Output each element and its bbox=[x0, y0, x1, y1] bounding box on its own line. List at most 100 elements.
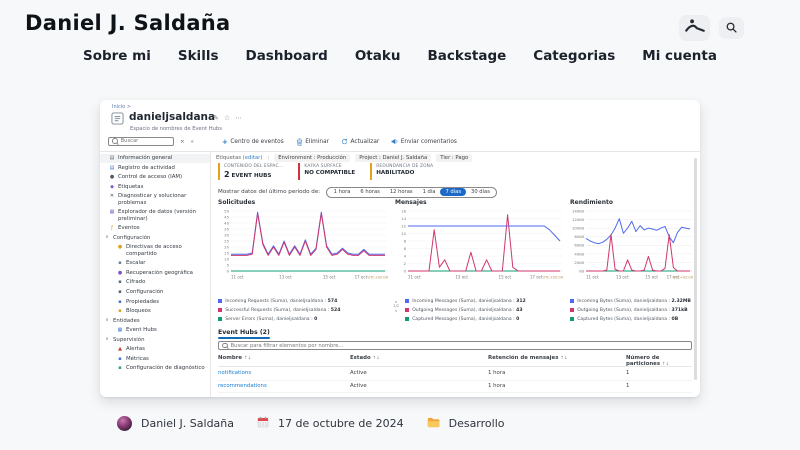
toolbar-enviar-comentarios[interactable]: Enviar comentarios bbox=[391, 138, 457, 145]
sidebar-item-cifrado[interactable]: ▪Cifrado bbox=[100, 278, 210, 288]
nav-item-mi-cuenta[interactable]: Mi cuenta bbox=[642, 48, 717, 64]
sidebar-item-label: Etiquetas bbox=[118, 184, 143, 190]
sidebar-item-diagnosticar-y-solucionar-problemas[interactable]: ✕Diagnosticar y solucionar problemas bbox=[100, 192, 210, 208]
sidebar-item-propiedades[interactable]: ▪Propiedades bbox=[100, 297, 210, 307]
collapse-icon[interactable]: « bbox=[191, 139, 194, 145]
chart-rendimiento: Rendimiento140kB120kB100kB80kB60kB40kB20… bbox=[568, 199, 695, 327]
svg-text:120kB: 120kB bbox=[572, 216, 584, 221]
informacio-n-general-icon: ▤ bbox=[109, 155, 115, 161]
ellipsis-icon[interactable]: ⋯ bbox=[235, 114, 242, 122]
nav-item-categorias[interactable]: Categorias bbox=[533, 48, 615, 64]
svg-text:100kB: 100kB bbox=[572, 225, 584, 230]
sidebar-item-etiquetas[interactable]: ◆Etiquetas bbox=[100, 182, 210, 192]
column-header-nombre[interactable]: Nombre ↑↓ bbox=[218, 355, 251, 361]
nav-item-dashboard[interactable]: Dashboard bbox=[245, 48, 327, 64]
sidebar-item-label: Directivas de acceso compartido bbox=[126, 244, 207, 257]
skier-logo-button[interactable] bbox=[679, 15, 710, 41]
sidebar-item-configuracio-n-de-diagno-stico[interactable]: ▪Configuración de diagnóstico bbox=[100, 364, 210, 374]
sidebar-item-control-de-acceso-iam[interactable]: ●Control de acceso (IAM) bbox=[100, 173, 210, 183]
tab-event-hubs[interactable]: Event Hubs (2) bbox=[218, 329, 270, 339]
legend-item: Outgoing Messages (Suma), danieljsaldana… bbox=[405, 308, 565, 313]
sidebar-item-registro-de-actividad[interactable]: ▤Registro de actividad bbox=[100, 163, 210, 173]
sidebar-item-configuracio-n[interactable]: ▪Configuración bbox=[100, 287, 210, 297]
svg-text:15 oct: 15 oct bbox=[323, 274, 336, 279]
post-author[interactable]: Daniel J. Saldaña bbox=[141, 417, 234, 430]
me-tricas-icon: ▪ bbox=[117, 356, 123, 362]
control-de-acceso-iam-icon: ● bbox=[109, 174, 115, 180]
post-meta: Daniel J. Saldaña 17 de octubre de 2024 bbox=[117, 416, 505, 431]
toolbar-actualizar[interactable]: Actualizar bbox=[341, 138, 379, 145]
svg-text:35: 35 bbox=[224, 226, 229, 231]
sidebar-item-eventos[interactable]: ƒEventos bbox=[100, 224, 210, 234]
sidebar-item-bloqueos[interactable]: ▪Bloqueos bbox=[100, 307, 210, 317]
nav-item-sobre-mi[interactable]: Sobre mi bbox=[83, 48, 151, 64]
period-option-1-hora[interactable]: 1 hora bbox=[329, 188, 356, 196]
svg-text:UTC+02:00: UTC+02:00 bbox=[368, 275, 389, 279]
calendar-icon bbox=[257, 416, 269, 431]
search-icon bbox=[725, 19, 738, 38]
column-header-estado[interactable]: Estado ↑↓ bbox=[350, 355, 380, 361]
sidebar-item-escalar[interactable]: ▪Escalar bbox=[100, 259, 210, 269]
table-header: Nombre ↑↓ Estado ↑↓ Retención de mensajes … bbox=[218, 355, 692, 367]
period-option-1-di-a[interactable]: 1 día bbox=[418, 188, 441, 196]
sidebar-item-supervisio-n[interactable]: ∨Supervisión bbox=[100, 335, 210, 345]
breadcrumb[interactable]: Inicio > bbox=[112, 104, 131, 110]
table-filter-input[interactable]: Buscar para filtrar elementos por nombre… bbox=[218, 341, 692, 350]
series-outgoing-messages bbox=[408, 214, 560, 270]
svg-text:0: 0 bbox=[404, 268, 407, 273]
svg-text:15: 15 bbox=[224, 250, 229, 255]
svg-text:16: 16 bbox=[401, 208, 406, 213]
period-option-30-di-as[interactable]: 30 días bbox=[466, 188, 495, 196]
toolbar-eliminar[interactable]: Eliminar bbox=[296, 138, 329, 146]
legend-text: Outgoing Bytes (Suma), danieljsaldana : … bbox=[577, 308, 687, 313]
toolbar-centro-de-eventos[interactable]: +Centro de eventos bbox=[222, 138, 284, 146]
sidebar-item-configuracio-n[interactable]: ∨Configuración bbox=[100, 233, 210, 243]
post-category[interactable]: Desarrollo bbox=[449, 417, 505, 430]
clear-icon[interactable]: × bbox=[180, 139, 185, 145]
legend-pager[interactable]: ∧1/2∨ bbox=[393, 300, 399, 315]
sidebar-item-entidades[interactable]: ∨Entidades bbox=[100, 316, 210, 326]
sidebar-item-informacio-n-general[interactable]: ▤Información general bbox=[100, 154, 210, 164]
nav-item-backstage[interactable]: Backstage bbox=[427, 48, 506, 64]
eventhub-link-notifications[interactable]: notifications bbox=[218, 370, 251, 376]
column-header-nu-mero-de-particiones[interactable]: Número de particiones ↑↓ bbox=[626, 355, 692, 367]
sidebar-item-directivas-de-acceso-compartido[interactable]: ●Directivas de acceso compartido bbox=[100, 243, 210, 259]
recuperacio-n-geogra-fica-icon: ● bbox=[117, 270, 123, 276]
svg-text:10: 10 bbox=[224, 256, 229, 261]
legend-text: Outgoing Messages (Suma), danieljsaldana… bbox=[412, 308, 522, 313]
svg-text:6: 6 bbox=[404, 245, 407, 250]
legend-item: Captured Bytes (Suma), danieljsaldana : … bbox=[570, 317, 695, 322]
edit-icon[interactable]: ✎ bbox=[213, 114, 219, 122]
eventhub-link-recommendations[interactable]: recommendations bbox=[218, 383, 267, 389]
sidebar-item-me-tricas[interactable]: ▪Métricas bbox=[100, 354, 210, 364]
period-option-12-horas[interactable]: 12 horas bbox=[385, 188, 418, 196]
nav-item-otaku[interactable]: Otaku bbox=[355, 48, 401, 64]
scrollbar[interactable] bbox=[694, 158, 697, 380]
period-label: Mostrar datos del último período de: bbox=[218, 189, 320, 195]
sidebar-item-label: Métricas bbox=[126, 356, 149, 362]
sidebar-item-label: Información general bbox=[118, 155, 172, 161]
nav-item-skills[interactable]: Skills bbox=[178, 48, 219, 64]
favorite-star-icon[interactable]: ☆ bbox=[224, 114, 230, 122]
chart-solicitudes: Solicitudes5045403530252015105011 oct13 … bbox=[216, 199, 390, 327]
legend-text: Incoming Requests (Suma), danieljsaldana… bbox=[225, 299, 337, 304]
avatar[interactable] bbox=[117, 416, 132, 431]
svg-text:4: 4 bbox=[404, 253, 407, 258]
sidebar-item-alertas[interactable]: ▲Alertas bbox=[100, 345, 210, 355]
svg-text:2: 2 bbox=[404, 260, 407, 265]
stat-kafka-surface: KAFKA SURFACENO COMPATIBLE bbox=[298, 163, 355, 180]
period-option-6-horas[interactable]: 6 horas bbox=[355, 188, 384, 196]
sidebar-item-event-hubs[interactable]: ▦Event Hubs bbox=[100, 326, 210, 336]
sidebar-item-recuperacio-n-geogra-fica[interactable]: ●Recuperación geográfica bbox=[100, 268, 210, 278]
site-logo[interactable]: Daniel J. Saldaña bbox=[25, 11, 231, 35]
search-button[interactable] bbox=[719, 17, 744, 39]
column-header-retencio-n-de-mensajes[interactable]: Retención de mensajes ↑↓ bbox=[488, 355, 568, 361]
sidebar-item-explorador-de-datos-versio-n-preliminar[interactable]: ▦Explorador de datos (versión preliminar… bbox=[100, 208, 210, 224]
tags-edit-link[interactable]: (editar) bbox=[243, 155, 263, 161]
period-options: 1 hora6 horas12 horas1 día7 días30 días bbox=[326, 187, 497, 198]
svg-text:14: 14 bbox=[401, 215, 406, 220]
period-option-7-di-as[interactable]: 7 días bbox=[440, 188, 466, 196]
cell: 1 bbox=[626, 383, 629, 389]
sidebar-search-input[interactable]: Buscar bbox=[108, 137, 174, 147]
chart-title: Solicitudes bbox=[218, 199, 390, 206]
